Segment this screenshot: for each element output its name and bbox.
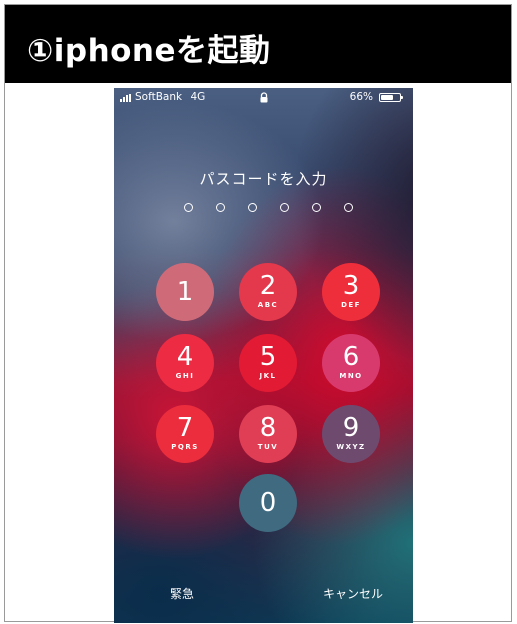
keypad-key-2[interactable]: 2 ABC bbox=[239, 263, 297, 321]
passcode-prompt: パスコードを入力 bbox=[199, 170, 328, 188]
keypad-key-5[interactable]: 5 JKL bbox=[239, 334, 297, 392]
keypad-key-4[interactable]: 4 GHI bbox=[156, 334, 214, 392]
header-banner: ①iphoneを起動 bbox=[5, 5, 511, 83]
key-digit: 8 bbox=[259, 413, 277, 443]
passcode-dots bbox=[184, 203, 353, 215]
keypad-key-8[interactable]: 8 TUV bbox=[239, 405, 297, 463]
keypad-key-9[interactable]: 9 WXYZ bbox=[322, 405, 380, 463]
passcode-dot bbox=[216, 203, 225, 212]
key-digit: 6 bbox=[342, 342, 360, 372]
passcode-dot bbox=[344, 203, 353, 212]
keypad-key-3[interactable]: 3 DEF bbox=[322, 263, 380, 321]
battery-icon bbox=[379, 93, 403, 102]
key-digit: 1 bbox=[176, 277, 194, 307]
key-digit: 5 bbox=[259, 342, 277, 372]
passcode-dot bbox=[280, 203, 289, 212]
lock-icon bbox=[260, 92, 268, 103]
key-letters: MNO bbox=[339, 372, 363, 380]
battery-fill bbox=[381, 95, 393, 100]
key-letters: PQRS bbox=[171, 443, 199, 451]
key-digit: 2 bbox=[259, 271, 277, 301]
passcode-dot bbox=[312, 203, 321, 212]
passcode-dot bbox=[248, 203, 257, 212]
key-digit: 7 bbox=[176, 413, 194, 443]
key-digit: 9 bbox=[342, 413, 360, 443]
cancel-button[interactable]: キャンセル bbox=[323, 585, 383, 602]
key-letters: DEF bbox=[341, 301, 361, 309]
slide-frame: ①iphoneを起動 SoftBank 4G 66% パスコードを入力 1 2 … bbox=[4, 4, 512, 623]
key-digit: 3 bbox=[342, 271, 360, 301]
passcode-dot bbox=[184, 203, 193, 212]
key-letters: GHI bbox=[175, 372, 195, 380]
keypad-key-0[interactable]: 0 bbox=[239, 474, 297, 532]
keypad-key-1[interactable]: 1 bbox=[156, 263, 214, 321]
battery-percent: 66% bbox=[349, 91, 373, 103]
key-letters: WXYZ bbox=[336, 443, 366, 451]
page-title: ①iphoneを起動 bbox=[27, 33, 271, 69]
key-letters: ABC bbox=[257, 301, 279, 309]
key-digit: 4 bbox=[176, 342, 194, 372]
emergency-button[interactable]: 緊急 bbox=[170, 585, 194, 602]
keypad-key-7[interactable]: 7 PQRS bbox=[156, 405, 214, 463]
signal-icon bbox=[120, 94, 132, 102]
carrier-label: SoftBank 4G bbox=[135, 91, 205, 103]
key-letters: TUV bbox=[257, 443, 279, 451]
phone-screenshot: SoftBank 4G 66% パスコードを入力 1 2 ABC 3 DEF 4 GHI 5 J… bbox=[114, 88, 413, 623]
keypad-key-6[interactable]: 6 MNO bbox=[322, 334, 380, 392]
battery-cap bbox=[401, 96, 403, 99]
carrier-name: SoftBank bbox=[135, 91, 183, 103]
key-digit: 0 bbox=[259, 488, 277, 518]
status-bar: SoftBank 4G 66% bbox=[114, 88, 413, 108]
network-type: 4G bbox=[190, 91, 206, 103]
key-letters: JKL bbox=[259, 372, 277, 380]
